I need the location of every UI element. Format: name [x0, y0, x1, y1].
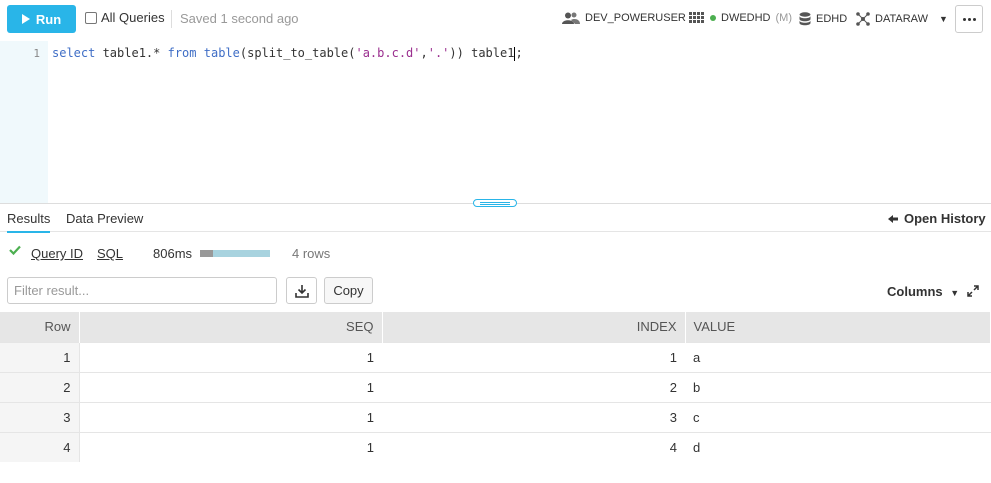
- seq-cell[interactable]: 1: [79, 431, 382, 462]
- filter-input[interactable]: [7, 277, 277, 304]
- more-options-button[interactable]: [955, 5, 983, 33]
- duration-bar-fill: [200, 250, 213, 257]
- columns-label: Columns: [887, 284, 943, 299]
- table-header-row: Row SEQ INDEX VALUE: [0, 312, 991, 342]
- value-cell[interactable]: c: [685, 401, 991, 432]
- row-number-cell: 2: [0, 371, 80, 402]
- sql-editor[interactable]: 1 select table1.* from table(split_to_ta…: [0, 41, 991, 203]
- chevron-down-icon[interactable]: ▼: [939, 14, 948, 24]
- warehouse-label: DWEDHD: [721, 12, 771, 24]
- role-label: DEV_POWERUSER: [585, 12, 686, 24]
- more-dot-icon: [972, 17, 976, 21]
- keyword-select: select: [52, 46, 96, 60]
- value-cell[interactable]: d: [685, 431, 991, 462]
- index-cell[interactable]: 4: [382, 431, 685, 462]
- schema-icon: [856, 12, 870, 26]
- open-history-label: Open History: [904, 211, 986, 226]
- schema-selector[interactable]: DATARAW ▼: [856, 12, 948, 26]
- all-queries-toggle[interactable]: All Queries: [85, 10, 165, 25]
- code-text: )) table1: [449, 46, 515, 60]
- warehouse-size: (M): [775, 12, 793, 24]
- code-line[interactable]: select table1.* from table(split_to_tabl…: [52, 46, 523, 61]
- database-selector[interactable]: EDHD: [799, 12, 847, 26]
- sql-link[interactable]: SQL: [97, 246, 123, 261]
- code-text: ,: [420, 46, 428, 60]
- index-cell[interactable]: 1: [382, 341, 685, 372]
- download-icon: [294, 284, 309, 298]
- download-button[interactable]: [286, 277, 317, 304]
- keyword-from: from: [167, 46, 197, 60]
- warehouse-selector[interactable]: DWEDHD (M): [689, 12, 792, 24]
- row-number-cell: 1: [0, 341, 80, 372]
- saved-status: Saved 1 second ago: [180, 11, 299, 26]
- table-row[interactable]: 1 1 1 a: [0, 341, 991, 372]
- schema-label: DATARAW: [875, 13, 928, 25]
- tab-results[interactable]: Results: [7, 211, 51, 233]
- column-header-seq[interactable]: SEQ: [79, 312, 383, 342]
- value-cell[interactable]: a: [685, 341, 991, 372]
- warehouse-status-dot: [710, 15, 716, 21]
- results-tabs: Results Data Preview Open History: [0, 204, 991, 233]
- column-header-row[interactable]: Row: [0, 312, 80, 342]
- toolbar-divider: [171, 10, 172, 28]
- line-gutter: 1: [0, 41, 48, 203]
- table-row[interactable]: 3 1 3 c: [0, 401, 991, 432]
- code-text: table1.*: [95, 46, 168, 60]
- role-selector[interactable]: DEV_POWERUSER: [562, 12, 686, 24]
- string-literal: 'a.b.c.d': [355, 46, 421, 60]
- warehouse-icon: [689, 12, 704, 23]
- string-literal: '.': [427, 46, 450, 60]
- check-icon: [9, 245, 21, 256]
- database-icon: [799, 12, 811, 26]
- results-table: Row SEQ INDEX VALUE 1 1 1 a 2 1 2 b 3 1 …: [0, 312, 991, 462]
- open-history-button[interactable]: Open History: [888, 211, 986, 226]
- users-icon: [562, 12, 580, 24]
- column-header-index[interactable]: INDEX: [382, 312, 686, 342]
- query-duration: 806ms: [153, 246, 193, 261]
- seq-cell[interactable]: 1: [79, 371, 382, 402]
- column-header-value[interactable]: VALUE: [685, 312, 991, 342]
- all-queries-checkbox[interactable]: [85, 11, 97, 24]
- index-cell[interactable]: 3: [382, 401, 685, 432]
- more-dot-icon: [962, 17, 966, 21]
- arrow-left-icon: [888, 214, 898, 223]
- table-row[interactable]: 4 1 4 d: [0, 431, 991, 462]
- row-count: 4 rows: [292, 246, 331, 261]
- all-queries-label: All Queries: [101, 10, 165, 25]
- expand-icon[interactable]: [967, 285, 979, 297]
- duration-bar: [200, 250, 270, 257]
- index-cell[interactable]: 2: [382, 371, 685, 402]
- line-number: 1: [33, 47, 40, 60]
- code-text: ;: [515, 46, 523, 60]
- copy-button[interactable]: Copy: [324, 277, 373, 304]
- run-label: Run: [35, 11, 62, 27]
- columns-dropdown[interactable]: Columns ▼: [887, 284, 959, 299]
- row-number-cell: 4: [0, 431, 80, 462]
- query-id-link[interactable]: Query ID: [31, 246, 83, 261]
- seq-cell[interactable]: 1: [79, 341, 382, 372]
- database-label: EDHD: [816, 13, 848, 25]
- play-icon: [21, 14, 30, 24]
- tab-data-preview[interactable]: Data Preview: [66, 211, 143, 226]
- chevron-down-icon: ▼: [950, 288, 960, 298]
- value-cell[interactable]: b: [685, 371, 991, 402]
- keyword-table: table: [203, 46, 240, 60]
- run-button[interactable]: Run: [7, 5, 76, 33]
- code-text: (split_to_table(: [239, 46, 356, 60]
- seq-cell[interactable]: 1: [79, 401, 382, 432]
- row-number-cell: 3: [0, 401, 80, 432]
- query-status: Query ID SQL 806ms 4 rows: [0, 242, 991, 264]
- toolbar: Run All Queries Saved 1 second ago DEV_P…: [0, 0, 991, 40]
- table-row[interactable]: 2 1 2 b: [0, 371, 991, 402]
- more-dot-icon: [967, 17, 971, 21]
